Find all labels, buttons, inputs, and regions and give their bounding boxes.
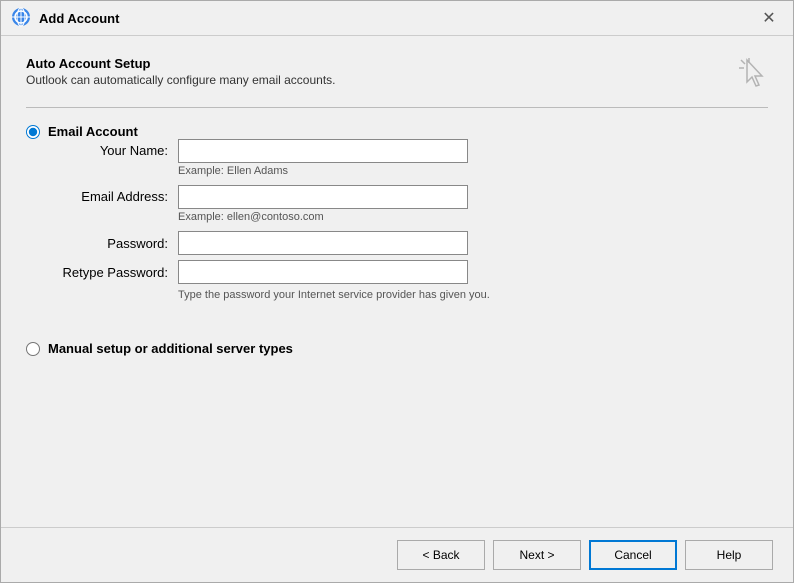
section-header: Auto Account Setup Outlook can automatic…: [26, 56, 768, 87]
section-title: Auto Account Setup: [26, 56, 768, 71]
password-row: Password:: [48, 231, 768, 255]
app-icon: [11, 7, 31, 30]
cancel-button[interactable]: Cancel: [589, 540, 677, 570]
add-account-dialog: Add Account ✕ Auto Account Setup Outlook…: [0, 0, 794, 583]
manual-setup-section: Manual setup or additional server types: [26, 341, 768, 356]
email-address-hint: Example: ellen@contoso.com: [178, 211, 468, 223]
email-account-radio-option: Email Account: [26, 124, 768, 139]
email-address-row: Email Address: Example: ellen@contoso.co…: [48, 185, 768, 223]
password-label: Password:: [48, 236, 178, 251]
close-button[interactable]: ✕: [755, 4, 783, 32]
email-account-label[interactable]: Email Account: [48, 124, 138, 139]
email-account-section: Email Account Your Name: Example: Ellen …: [26, 124, 768, 301]
your-name-input[interactable]: [178, 139, 468, 163]
title-bar: Add Account ✕: [1, 1, 793, 36]
retype-password-label: Retype Password:: [48, 265, 178, 280]
help-button[interactable]: Help: [685, 540, 773, 570]
email-address-label: Email Address:: [48, 185, 178, 204]
email-address-input-group: Example: ellen@contoso.com: [178, 185, 468, 223]
retype-password-row: Retype Password:: [48, 260, 768, 284]
email-account-radio[interactable]: [26, 125, 40, 139]
retype-password-input[interactable]: [178, 260, 468, 284]
your-name-hint: Example: Ellen Adams: [178, 165, 468, 177]
password-input[interactable]: [178, 231, 468, 255]
password-section: Password: Retype Password: Type the pass…: [48, 231, 768, 301]
your-name-input-group: Example: Ellen Adams: [178, 139, 468, 177]
next-button[interactable]: Next >: [493, 540, 581, 570]
dialog-footer: < Back Next > Cancel Help: [1, 527, 793, 582]
window-title: Add Account: [39, 11, 119, 26]
manual-setup-radio[interactable]: [26, 342, 40, 356]
back-button[interactable]: < Back: [397, 540, 485, 570]
email-address-input[interactable]: [178, 185, 468, 209]
section-divider: [26, 107, 768, 108]
title-bar-left: Add Account: [11, 7, 119, 30]
dialog-body: Auto Account Setup Outlook can automatic…: [1, 36, 793, 527]
password-hint: Type the password your Internet service …: [178, 289, 768, 301]
section-subtitle: Outlook can automatically configure many…: [26, 73, 768, 87]
your-name-section: Your Name: Example: Ellen Adams Email Ad…: [48, 139, 768, 223]
your-name-label: Your Name:: [48, 139, 178, 158]
cursor-icon: [737, 56, 773, 95]
your-name-row: Your Name: Example: Ellen Adams: [48, 139, 768, 177]
manual-setup-label[interactable]: Manual setup or additional server types: [48, 341, 293, 356]
